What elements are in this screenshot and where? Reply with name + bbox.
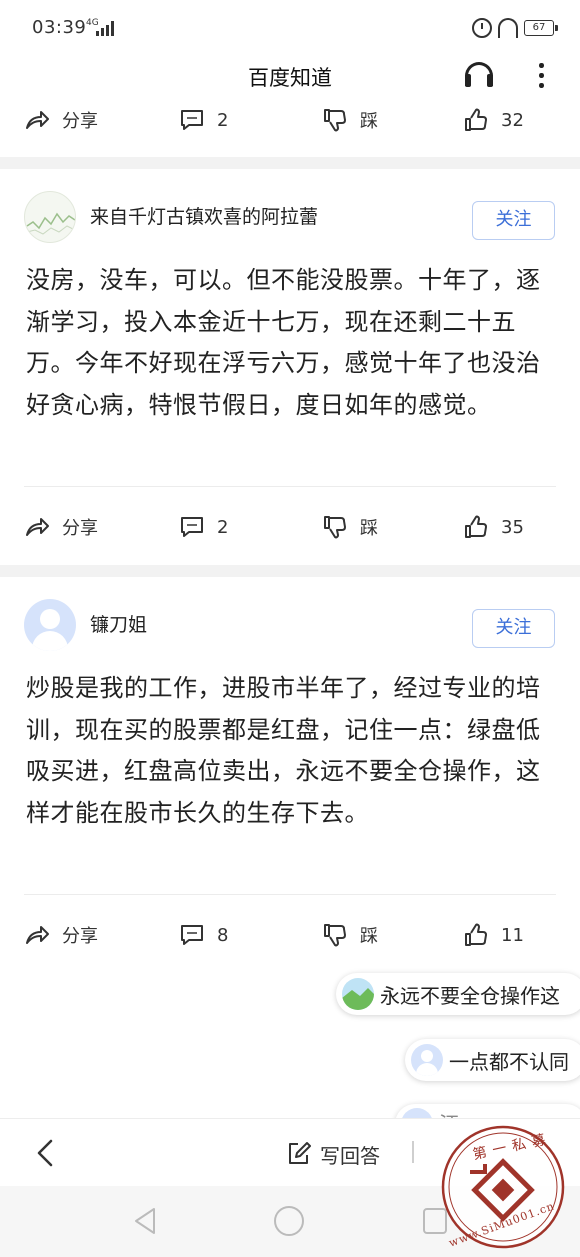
avatar[interactable] bbox=[24, 191, 76, 243]
comment-button[interactable]: 2 bbox=[179, 100, 228, 140]
thumbs-down-icon bbox=[322, 922, 348, 948]
like-count: 11 bbox=[501, 924, 524, 946]
battery-level: 67 bbox=[532, 22, 546, 33]
answer-actions: 分享 2 踩 35 bbox=[0, 507, 580, 547]
thumbs-down-icon bbox=[322, 514, 348, 540]
share-label: 分享 bbox=[62, 926, 98, 947]
answer-text: 炒股是我的工作，进股市半年了，经过专业的培训，现在买的股票都是红盘，记住一点：绿… bbox=[26, 674, 541, 827]
write-answer-button[interactable]: 写回答 bbox=[286, 1139, 380, 1169]
share-button[interactable]: 分享 bbox=[24, 507, 98, 547]
answer-actions-previous: 分享 2 踩 32 bbox=[0, 100, 580, 140]
dislike-button[interactable]: 踩 bbox=[322, 100, 378, 140]
username[interactable]: 镰刀姐 bbox=[90, 610, 147, 637]
answer-card: 来自千灯古镇欢喜的阿拉蕾 关注 没房，没车，可以。但不能没股票。十年了，逐渐学习… bbox=[0, 169, 580, 565]
comment-button[interactable]: 2 bbox=[179, 507, 228, 547]
share-button[interactable]: 分享 bbox=[24, 100, 98, 140]
comment-icon bbox=[179, 107, 205, 133]
reply-bubble[interactable]: 永远不要全仓操作这 bbox=[336, 973, 580, 1015]
share-button[interactable]: 分享 bbox=[24, 915, 98, 955]
dislike-button[interactable]: 踩 bbox=[322, 507, 378, 547]
dislike-label: 踩 bbox=[360, 926, 378, 947]
divider bbox=[412, 1141, 414, 1163]
dislike-label: 踩 bbox=[360, 518, 378, 539]
watermark-stamp: 第一私募 www.SiMu001.cn bbox=[430, 1122, 576, 1252]
share-icon bbox=[24, 514, 50, 540]
thumbs-up-icon bbox=[463, 922, 489, 948]
alarm-icon bbox=[472, 18, 492, 38]
username[interactable]: 来自千灯古镇欢喜的阿拉蕾 bbox=[90, 202, 318, 229]
comment-count: 8 bbox=[217, 924, 229, 946]
back-chevron-icon[interactable] bbox=[34, 1139, 56, 1167]
follow-button[interactable]: 关注 bbox=[472, 609, 555, 648]
battery-icon: 67 bbox=[524, 20, 558, 36]
answer-card: 镰刀姐 关注 炒股是我的工作，进股市半年了，经过专业的培训，现在买的股票都是红盘… bbox=[0, 577, 580, 977]
nav-home-icon[interactable] bbox=[274, 1206, 304, 1236]
divider bbox=[24, 486, 556, 487]
bubble-text: 永远不要全仓操作这 bbox=[380, 983, 560, 1008]
section-separator bbox=[0, 157, 580, 169]
follow-button[interactable]: 关注 bbox=[472, 201, 555, 240]
bubble-avatar bbox=[342, 978, 374, 1010]
answer-actions: 分享 8 踩 11 bbox=[0, 915, 580, 955]
nav-back-icon[interactable] bbox=[130, 1206, 160, 1236]
bubble-avatar bbox=[411, 1044, 443, 1076]
comment-icon bbox=[179, 922, 205, 948]
comment-button[interactable]: 8 bbox=[179, 915, 228, 955]
like-button[interactable]: 32 bbox=[463, 100, 524, 140]
comment-count: 2 bbox=[217, 109, 229, 131]
share-icon bbox=[24, 922, 50, 948]
dislike-button[interactable]: 踩 bbox=[322, 915, 378, 955]
bubble-text: 一点都不认同 bbox=[449, 1049, 569, 1074]
comment-count: 2 bbox=[217, 516, 229, 538]
headphones-icon[interactable] bbox=[463, 60, 495, 90]
like-button[interactable]: 35 bbox=[463, 507, 524, 547]
like-count: 32 bbox=[501, 109, 524, 131]
avatar[interactable] bbox=[24, 599, 76, 651]
section-separator bbox=[0, 565, 580, 577]
write-answer-label: 写回答 bbox=[320, 1143, 380, 1168]
share-icon bbox=[24, 107, 50, 133]
headset-icon bbox=[498, 18, 518, 38]
reply-bubble[interactable]: 一点都不认同 bbox=[405, 1039, 580, 1081]
thumbs-up-icon bbox=[463, 107, 489, 133]
dislike-label: 踩 bbox=[360, 111, 378, 132]
like-count: 35 bbox=[501, 516, 524, 538]
answer-text: 没房，没车，可以。但不能没股票。十年了，逐渐学习，投入本金近十七万，现在还剩二十… bbox=[26, 266, 541, 419]
status-bar: 03:39 4G 67 bbox=[0, 0, 580, 56]
more-options-icon[interactable] bbox=[530, 60, 552, 90]
share-label: 分享 bbox=[62, 111, 98, 132]
edit-icon bbox=[286, 1141, 312, 1167]
signal-icon bbox=[94, 20, 118, 36]
like-button[interactable]: 11 bbox=[463, 915, 524, 955]
thumbs-up-icon bbox=[463, 514, 489, 540]
share-label: 分享 bbox=[62, 518, 98, 539]
thumbs-down-icon bbox=[322, 107, 348, 133]
comment-icon bbox=[179, 514, 205, 540]
divider bbox=[24, 894, 556, 895]
status-time: 03:39 bbox=[32, 17, 87, 38]
